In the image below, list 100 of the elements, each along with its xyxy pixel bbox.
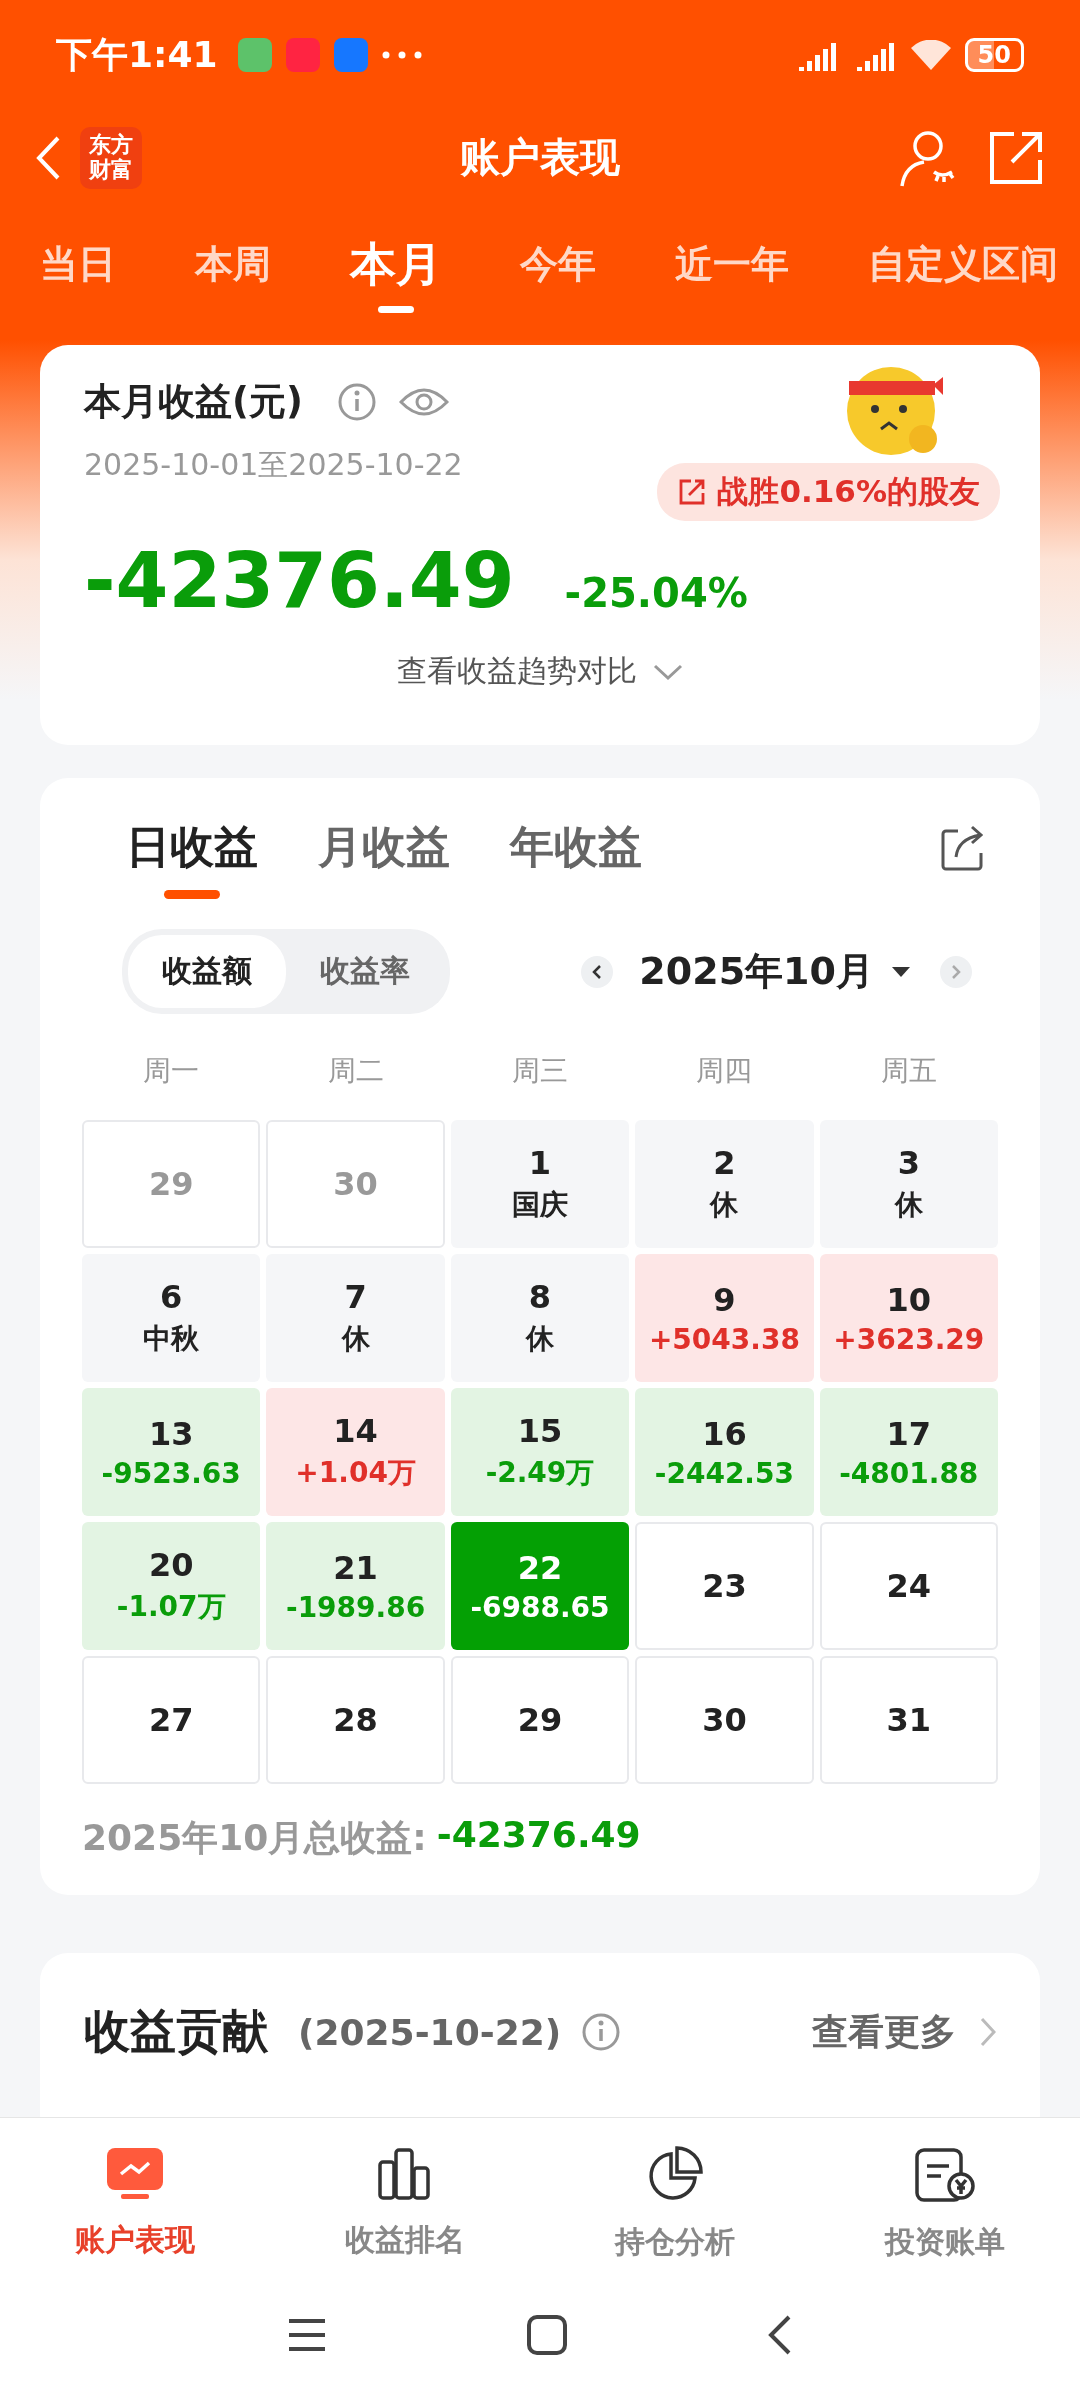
weekday-label: 周三 (511, 1053, 569, 1089)
trend-link[interactable]: 查看收益趋势对比 (397, 651, 637, 692)
app-icon (285, 38, 320, 72)
nav-tab[interactable]: 账户表现 (0, 2118, 270, 2290)
day-note: 休 (894, 1187, 923, 1223)
day-cell[interactable]: 29 (450, 1656, 630, 1784)
day-note: -1989.86 (286, 1590, 426, 1624)
day-note: 休 (341, 1321, 370, 1357)
share-icon[interactable] (988, 129, 1044, 186)
info-icon[interactable] (581, 2012, 622, 2052)
day-number: 17 (886, 1414, 932, 1453)
weekday-label: 周五 (879, 1053, 938, 1089)
total-value: -42376.49 (436, 1814, 641, 1857)
day-number: 31 (886, 1701, 932, 1739)
day-number: 28 (333, 1701, 378, 1739)
pie-chart-icon (647, 2145, 703, 2202)
day-number: 3 (897, 1144, 920, 1182)
mode-option[interactable]: 收益率 (286, 935, 444, 1008)
day-note: +3623.29 (833, 1322, 985, 1356)
chevron-right-icon (980, 2017, 996, 2047)
nav-tab[interactable]: 投资账单 (810, 2118, 1080, 2290)
day-cell[interactable]: 3 休 (819, 1120, 998, 1248)
day-number: 29 (517, 1701, 563, 1739)
status-time: 下午1:41 (56, 32, 218, 77)
day-cell[interactable]: 13 -9523.63 (82, 1388, 261, 1516)
app-logo: 东方 财富 (80, 126, 142, 189)
menu-icon[interactable] (287, 2318, 327, 2352)
day-note: -6988.65 (470, 1590, 610, 1624)
day-number: 8 (528, 1278, 552, 1316)
day-number: 27 (148, 1701, 194, 1739)
home-icon[interactable] (527, 2315, 567, 2355)
weekday-label: 周四 (695, 1053, 754, 1089)
day-cell[interactable]: 6 中秋 (82, 1254, 261, 1382)
day-cell[interactable]: 1 国庆 (450, 1120, 630, 1248)
profit-tab[interactable]: 日收益 (126, 818, 258, 899)
battery-level: 50 (964, 38, 1024, 72)
day-cell[interactable]: 14 +1.04万 (266, 1388, 445, 1516)
profit-tab[interactable]: 月收益 (318, 818, 450, 899)
day-number: 14 (333, 1412, 378, 1450)
day-cell[interactable]: 27 (82, 1656, 261, 1784)
day-cell[interactable]: 30 (635, 1656, 814, 1784)
day-note: +5043.38 (648, 1322, 800, 1356)
day-cell[interactable]: 8 休 (450, 1254, 630, 1382)
day-number: 30 (333, 1165, 378, 1203)
day-cell[interactable]: 20 -1.07万 (82, 1522, 261, 1650)
day-cell[interactable]: 21 -1989.86 (266, 1522, 445, 1650)
mode-option[interactable]: 收益额 (128, 935, 286, 1008)
day-number: 16 (702, 1414, 747, 1453)
day-number: 21 (333, 1548, 378, 1587)
share-icon[interactable] (940, 824, 984, 871)
profit-percent: -25.04% (564, 570, 748, 616)
day-note: -4801.88 (839, 1456, 979, 1490)
more-icon (381, 51, 422, 59)
previous-month-button[interactable] (581, 955, 614, 988)
chevron-down-icon (653, 662, 683, 681)
weekday-label: 周一 (142, 1053, 201, 1089)
page-title: 账户表现 (460, 133, 620, 182)
nav-tab[interactable]: 持仓分析 (540, 2118, 810, 2290)
day-cell[interactable]: 23 (635, 1522, 814, 1650)
day-note: -2.49万 (485, 1455, 595, 1491)
eye-icon[interactable] (398, 386, 449, 418)
day-cell[interactable]: 24 (819, 1522, 998, 1650)
next-month-button[interactable] (940, 955, 972, 988)
rank-badge[interactable]: 战胜0.16%的股友 (657, 463, 1000, 521)
day-cell[interactable]: 28 (266, 1656, 445, 1784)
summary-title: 本月收益(元) (84, 379, 303, 425)
chart-screen-icon (107, 2147, 163, 2200)
day-note: 中秋 (143, 1321, 200, 1357)
day-cell[interactable]: 10 +3623.29 (819, 1254, 998, 1382)
weekday-label: 周二 (326, 1053, 385, 1089)
day-number: 10 (886, 1280, 932, 1319)
day-number: 13 (148, 1414, 194, 1453)
caret-icon (892, 966, 910, 977)
see-more-link[interactable]: 查看更多 (812, 2007, 956, 2057)
day-cell[interactable]: 2 休 (635, 1120, 814, 1248)
profit-amount: -42376.49 (84, 536, 515, 625)
info-icon[interactable] (336, 382, 377, 422)
wifi-icon (910, 40, 951, 70)
day-number: 24 (886, 1567, 932, 1605)
day-cell[interactable]: 31 (819, 1656, 998, 1784)
day-number: 7 (344, 1278, 367, 1316)
day-cell[interactable]: 15 -2.49万 (450, 1388, 630, 1516)
chevron-right-icon (950, 963, 962, 980)
day-cell[interactable]: 16 -2442.53 (635, 1388, 814, 1516)
day-number: 30 (702, 1701, 747, 1739)
back-icon[interactable] (767, 2315, 793, 2355)
day-number: 23 (702, 1567, 747, 1605)
app-icon (237, 38, 272, 72)
contribution-title: 收益贡献 (84, 2003, 268, 2060)
day-number: 1 (528, 1144, 552, 1182)
day-cell[interactable]: 7 休 (266, 1254, 445, 1382)
day-cell[interactable]: 17 -4801.88 (819, 1388, 998, 1516)
day-number: 15 (517, 1412, 563, 1450)
profit-tab[interactable]: 年收益 (510, 818, 642, 899)
month-selector[interactable]: 2025年10月 (639, 946, 874, 997)
nav-tab[interactable]: 收益排名 (270, 2118, 540, 2290)
day-cell[interactable]: 9 +5043.38 (635, 1254, 814, 1382)
day-note: -2442.53 (654, 1456, 794, 1490)
day-number: 22 (517, 1548, 563, 1587)
day-number: 6 (160, 1278, 183, 1316)
